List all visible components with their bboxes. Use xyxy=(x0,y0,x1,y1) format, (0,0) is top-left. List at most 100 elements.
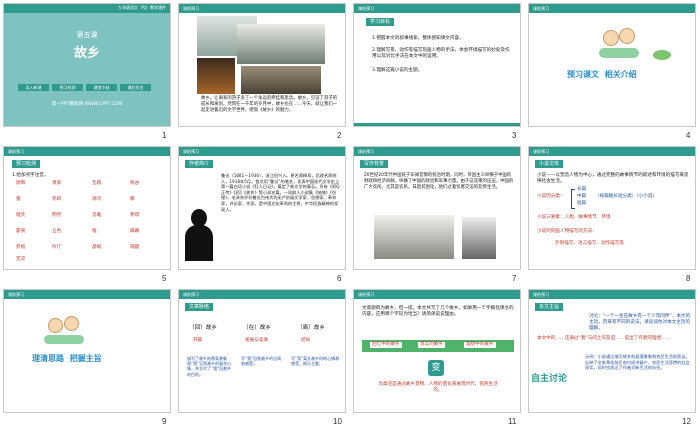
slide-header: 课前预习 xyxy=(179,147,345,156)
slide-number-9: 9 xyxy=(162,417,167,426)
ink-painting xyxy=(374,215,454,259)
phase-climax: 发展与高潮 xyxy=(245,338,268,343)
outline-label: 理清思路 把握主旨 xyxy=(32,354,102,363)
pill-intro[interactable]: 导入新课 xyxy=(18,84,49,91)
word-item: 潮汛 xyxy=(92,197,102,202)
stage-note-3: 写“我”离开故乡时的心情和感受，揭示主题。 xyxy=(291,356,340,367)
type-bracket xyxy=(571,189,575,209)
preview-label: 预习课文 相关介绍 xyxy=(567,70,637,79)
slide-thumbnail-9[interactable]: 课前预习 理清思路 把握主旨 xyxy=(3,289,171,413)
word-item: 寒噤 xyxy=(130,213,140,218)
type-long: 长篇 xyxy=(577,187,587,192)
slide-thumbnail-8[interactable]: 课前预习 小说文体 小说——以塑造人物为中心，通过完整的故事情节的叙述和环境的描… xyxy=(528,146,696,270)
exercise-heading: 1.给加点字注音。 xyxy=(12,173,49,178)
classification-label: 小说的分类： xyxy=(537,194,565,199)
night-photo xyxy=(197,58,235,94)
example-answer: 示例：小说通过描写故乡的衰落景象和农民生活的悲苦，反映了辛亥革命前后农村经济破产… xyxy=(585,354,690,371)
word-item: 阴晦 xyxy=(16,181,26,186)
portrayal-methods: 外貌描写、语言描写、动作描写等 xyxy=(555,241,624,246)
slide-header: 课前预习 xyxy=(354,290,520,299)
slide-header: 课前预习 xyxy=(529,4,695,13)
slide-thumbnail-2[interactable]: 课前预习 故乡，让离家的游子多了一个永远的牵挂和思念。故乡，见证了游子的成长和离… xyxy=(178,3,346,127)
kids-illustration xyxy=(44,314,84,346)
word-item: 鄙夷 xyxy=(16,229,26,234)
slide-thumbnail-4[interactable]: 课前预习 预习课文 相关介绍 xyxy=(528,3,696,127)
slide-number-8: 8 xyxy=(686,274,691,283)
type-short: 短篇 xyxy=(577,201,587,206)
goal-2: 2.理解写景、动作等描写刻画人物的手法，体会环境描写的妙处及作用以及对比手法在本… xyxy=(372,48,510,60)
slide-number-5: 5 xyxy=(162,274,167,283)
box-reality: 现实的故乡 xyxy=(418,342,445,349)
author-bio: 鲁迅（1881—1936），浙江绍兴人。原名周樟寿，后改名周树人，1918年5月… xyxy=(221,173,340,212)
slide-number-12: 12 xyxy=(682,417,691,426)
word-item: 隔膜 xyxy=(130,245,140,250)
slide-number-1: 1 xyxy=(162,131,167,140)
word-item: 荒凉 xyxy=(16,257,26,262)
stage-note-2: 写“我”回到故乡的见闻和感受。 xyxy=(241,356,282,367)
box-ideal: 理想中的故乡 xyxy=(464,342,496,349)
pill-summary[interactable]: 课堂小结 xyxy=(86,84,117,91)
word-item: 蹒跚 xyxy=(130,229,140,234)
section-tag: 文章脉络 xyxy=(185,303,214,311)
footer-bar xyxy=(354,123,520,126)
slide-header: 课前预习 xyxy=(529,290,695,299)
footer-url: 第一PPT模板网-WWW.1PPT.COM xyxy=(51,102,123,107)
word-item: 猹 xyxy=(16,197,21,202)
header-note: 九年级语文（RJ）教学课件 xyxy=(118,5,166,10)
stage-leave: （离）故乡 xyxy=(297,325,325,331)
slide-header: 课前预习 xyxy=(179,4,345,13)
pill-homework[interactable]: 课后作业 xyxy=(120,84,151,91)
word-item: 嗤 xyxy=(92,229,97,234)
three-elements: 小说三要素：人物、故事情节、环境 xyxy=(537,215,611,220)
slide-thumbnail-3[interactable]: 课前预习 学习目标 1.把握本文的叙事线索，整体感知课文内容。 2.理解写景、动… xyxy=(353,3,521,127)
slide-number-11: 11 xyxy=(508,417,517,426)
slide-header: 课前预习 xyxy=(354,147,520,156)
leaf-decoration xyxy=(653,50,671,60)
word-item: 瑟缩 xyxy=(92,245,102,250)
lesson-label: 第五课 xyxy=(76,31,98,39)
word-item: 髀 xyxy=(130,197,135,202)
change-word: 变 xyxy=(428,360,444,376)
slide-thumbnail-5[interactable]: 课前预习 预习检测 1.给加点字注音。 阴晦 萧索 瓦楞 秕谷 猹 鹁鸪 潮汛 … xyxy=(3,146,171,270)
stage-return: （回）故乡 xyxy=(189,325,217,331)
word-item: 瓦楞 xyxy=(92,181,102,186)
question-text: 文章题目为故乡，但一提，本文共写了几个故乡。如果用一个字概括课文的内容，应用哪个… xyxy=(362,306,514,318)
slide-number-7: 7 xyxy=(512,274,517,283)
section-tag: 学习目标 xyxy=(366,18,395,26)
word-item: 秕谷 xyxy=(130,181,140,186)
word-item: 鹁鸪 xyxy=(52,197,62,202)
section-tag: 本文主旨 xyxy=(535,303,564,311)
word-item: 五色 xyxy=(52,229,62,234)
stage-in: （在）故乡 xyxy=(243,325,271,331)
word-item: 惘然 xyxy=(52,213,62,218)
novel-definition: 小说——以塑造人物为中心，通过完整的故事情节的叙述和环境的描写来反映社会生活。 xyxy=(537,173,689,185)
pill-preview[interactable]: 预习检测 xyxy=(52,84,83,91)
village-photo xyxy=(237,24,325,64)
slide-number-4: 4 xyxy=(686,131,691,140)
slide-thumbnail-7[interactable]: 课前预习 写作背景 20世纪20年代中国处于军阀官僚的统治时期，同时，帝国主义纵… xyxy=(353,146,521,270)
slide-thumbnail-11[interactable]: 课前预习 文章题目为故乡，但一提，本文共写了几个故乡。如果用一个字概括课文的内容… xyxy=(353,289,521,413)
slide-thumbnail-1[interactable]: 九年级语文（RJ）教学课件 第五课 故乡 导入新课 预习检测 课堂小结 课后作业… xyxy=(3,3,171,127)
word-item: 伶仃 xyxy=(52,245,62,250)
slide-header: 课前预习 xyxy=(4,147,170,156)
section-tag: 预习检测 xyxy=(12,160,41,168)
slide-thumbnail-10[interactable]: 课前预习 文章脉络 （回）故乡 （在）故乡 （离）故乡 开篇 发展与高潮 结局 … xyxy=(178,289,346,413)
word-item: 嗤笑 xyxy=(16,213,26,218)
slide-header: 课前预习 xyxy=(529,147,695,156)
slide-thumbnail-6[interactable]: 课前预习 作者简介 鲁迅（1881—1936），浙江绍兴人。原名周樟寿，后改名周… xyxy=(178,146,346,270)
section-tag: 作者简介 xyxy=(185,160,214,168)
word-item: 恣睢 xyxy=(92,213,102,218)
slide-number-10: 10 xyxy=(333,417,342,426)
portrait-sketch xyxy=(462,217,496,259)
discussion-prompt: 讨论：“一个一生在故乡有一个少年同伴”，本文的主旨，历来有不同的说法，请谈谈你对… xyxy=(589,314,691,332)
slide-number-2: 2 xyxy=(337,131,342,140)
slide-thumbnail-12[interactable]: 课前预习 本文主旨 讨论：“一个一生在故乡有一个少年同伴”，本文的主旨，历来有不… xyxy=(528,289,696,413)
stage-note-1: 描写了故乡的萧条景象和“我”见到故乡的复杂心情，并交代了“我”回故乡的目的。 xyxy=(187,356,232,377)
discussion-note: 本文中的……还通过“我”与闰土的友谊……提出了作者的理想…… xyxy=(537,336,671,341)
type-note: （按篇幅长短分类）（小小说） xyxy=(595,194,658,199)
goal-3: 3.理解这篇小说的主题。 xyxy=(372,68,423,73)
author-silhouette xyxy=(183,209,217,261)
word-item: 折纸 xyxy=(16,245,26,250)
slide-header: 课前预习 xyxy=(179,290,345,299)
portrayal-methods-label: 小说的刻画人物描写的方法： xyxy=(537,229,597,234)
